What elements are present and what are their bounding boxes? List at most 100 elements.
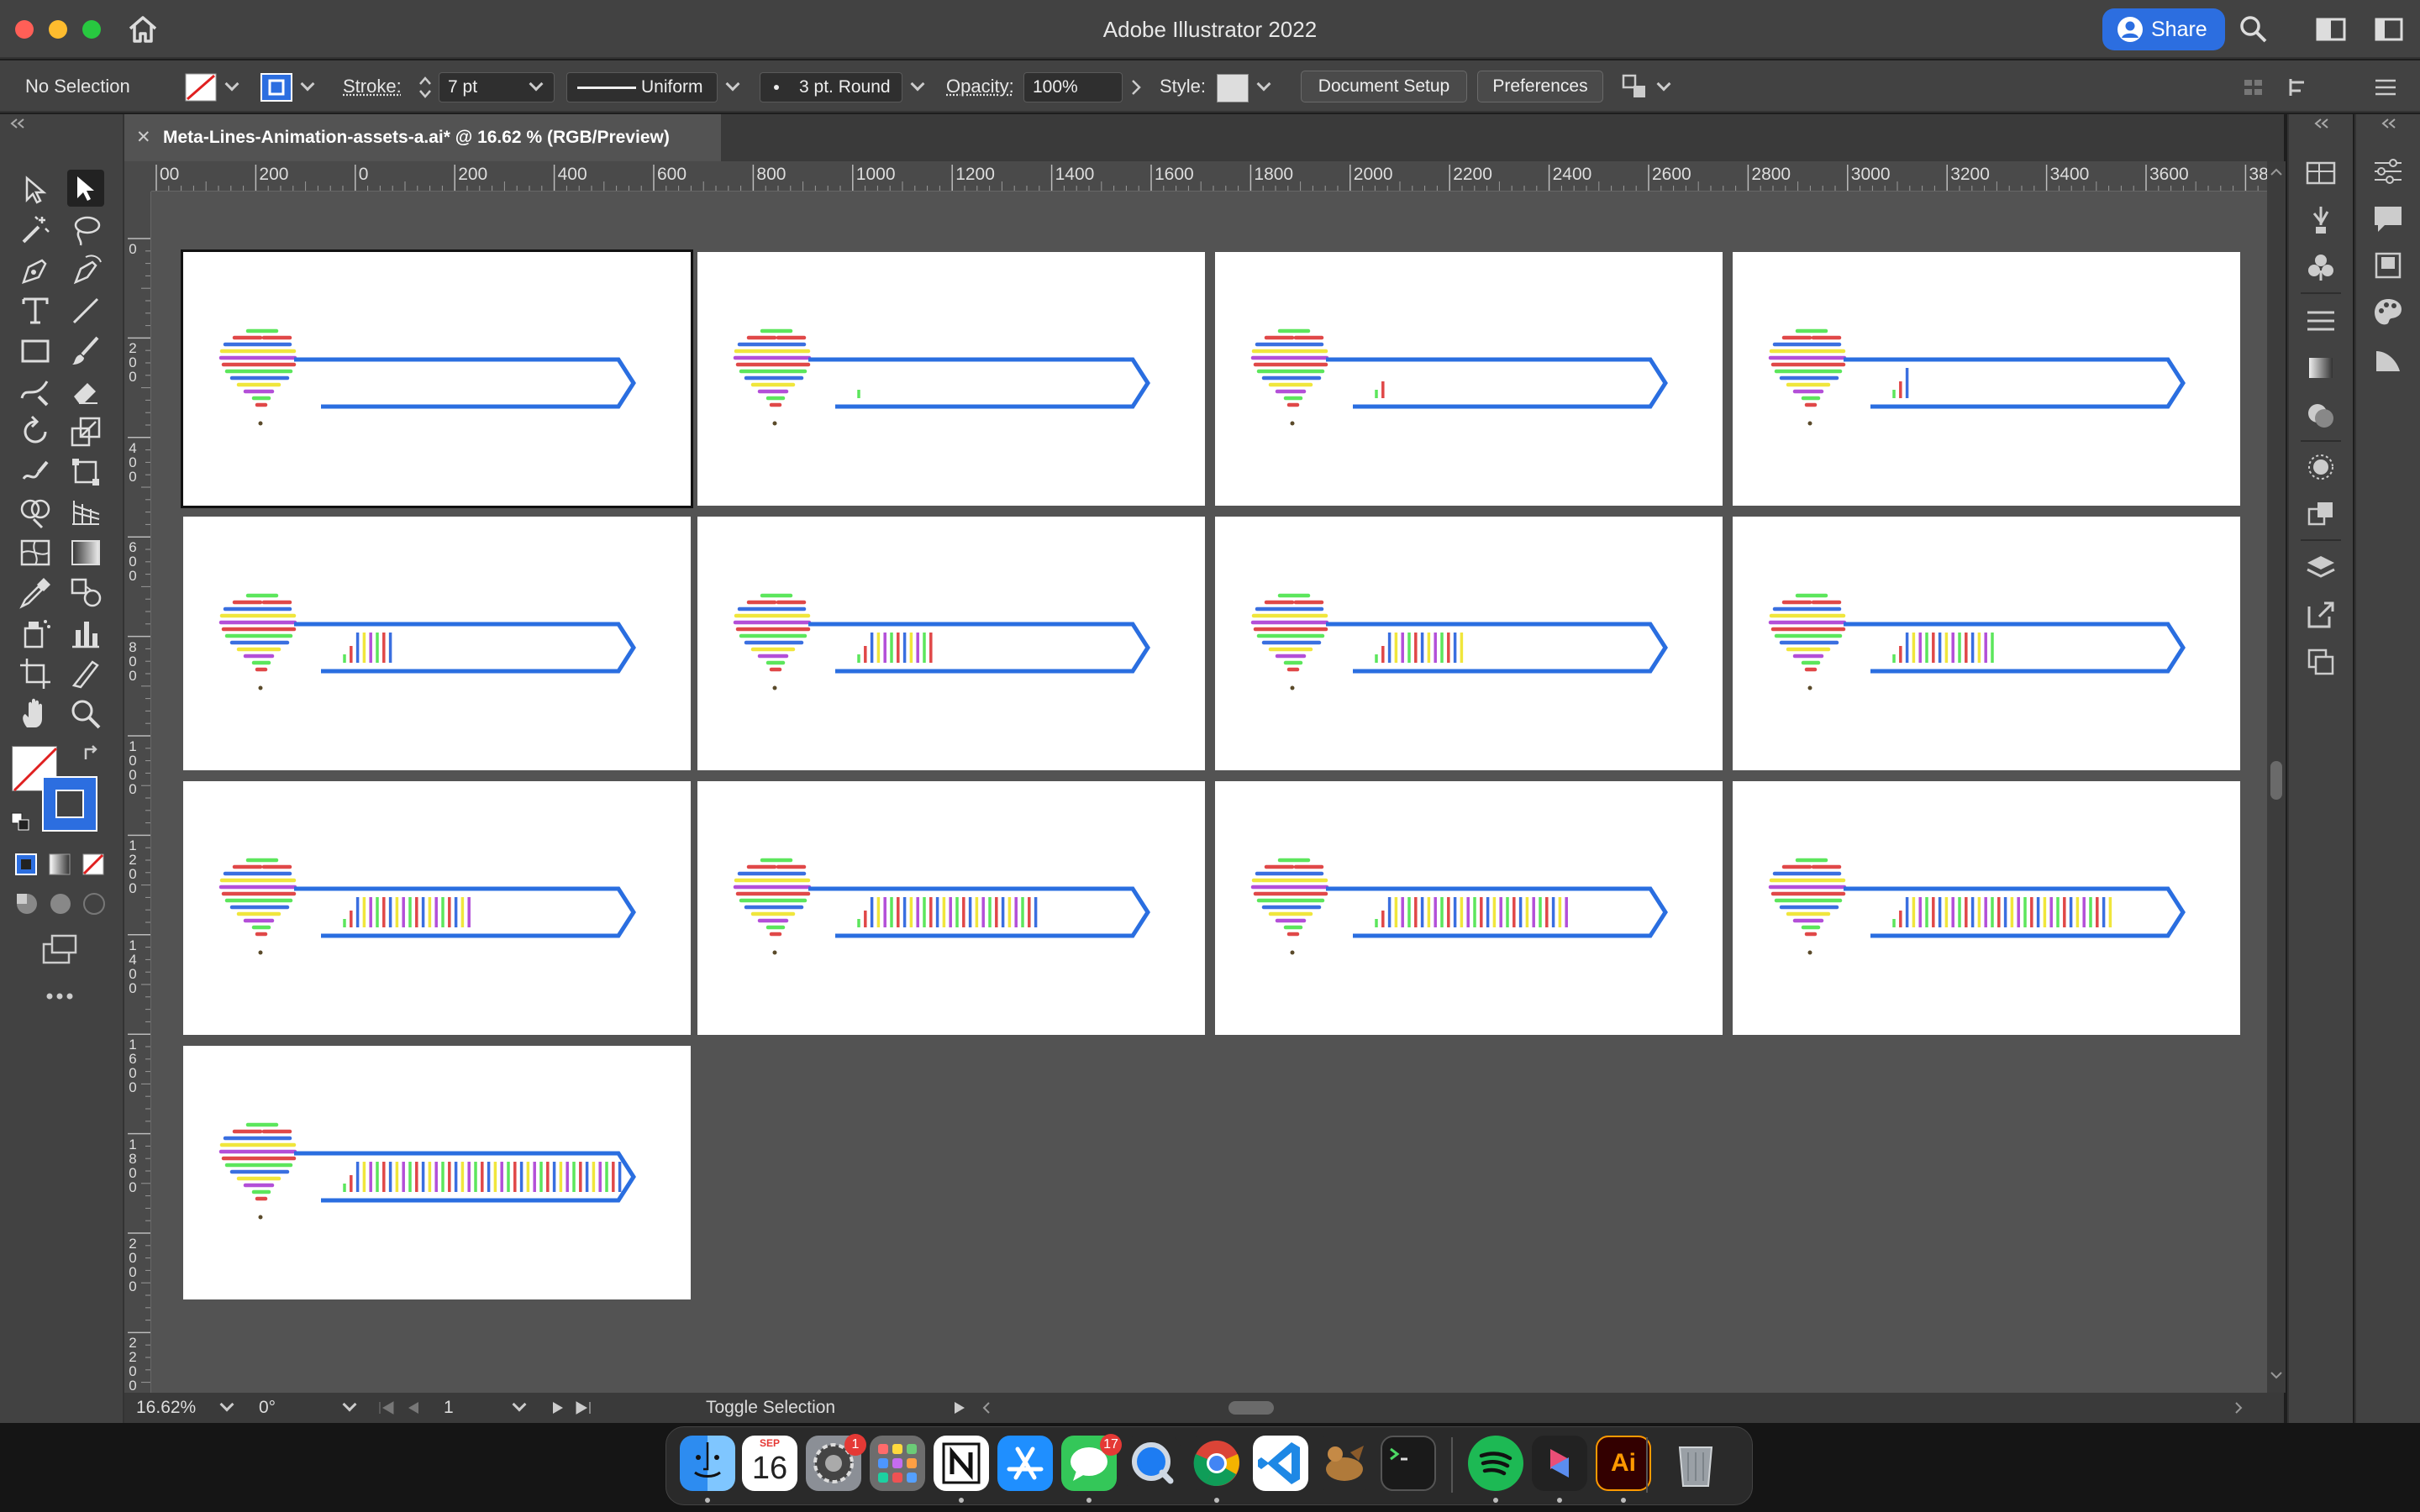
launchpad-icon[interactable] — [870, 1436, 925, 1491]
rotation-field[interactable]: 0° — [259, 1393, 276, 1423]
scroll-up-icon[interactable] — [2269, 166, 2284, 178]
curvature-tool-icon[interactable] — [67, 252, 104, 289]
line-segment-tool-icon[interactable] — [67, 292, 104, 329]
zoom-level-field[interactable]: 16.62% — [136, 1393, 196, 1423]
brush-select[interactable]: 3 pt. Round — [760, 72, 902, 102]
app-store-icon[interactable] — [997, 1436, 1053, 1491]
stroke-dropdown-chevron-icon[interactable] — [300, 76, 315, 92]
artboard-3[interactable] — [1215, 252, 1723, 506]
swap-fill-stroke-icon[interactable] — [81, 743, 103, 764]
color-mode-icon[interactable] — [13, 852, 39, 877]
artboard-9[interactable] — [183, 781, 691, 1035]
last-artboard-icon[interactable] — [573, 1399, 593, 1416]
horizontal-scroll-thumb[interactable] — [1228, 1401, 1274, 1415]
setapp-icon[interactable] — [1532, 1436, 1587, 1491]
status-text[interactable]: Toggle Selection — [706, 1393, 835, 1423]
color-panel-icon[interactable] — [2371, 296, 2405, 329]
hand-tool-icon[interactable] — [17, 696, 54, 732]
artboard-11[interactable] — [1215, 781, 1723, 1035]
shaper-tool-icon[interactable] — [17, 373, 54, 410]
scroll-left-icon[interactable] — [978, 1399, 995, 1416]
mesh-tool-icon[interactable] — [17, 534, 54, 571]
gradient-panel-icon[interactable] — [2304, 351, 2338, 385]
horizontal-ruler[interactable]: 00 200 0 200 400 600 800 1000 1200 1400 1600 1800 20… — [151, 161, 2284, 192]
next-artboard-icon[interactable] — [550, 1399, 566, 1416]
rectangle-tool-icon[interactable] — [17, 333, 54, 370]
shape-builder-tool-icon[interactable] — [17, 494, 54, 531]
artboard-7[interactable] — [1215, 517, 1723, 770]
brushes-panel-icon[interactable] — [2304, 203, 2338, 237]
asset-export-panel-icon[interactable] — [2304, 598, 2338, 632]
scroll-down-icon[interactable] — [2269, 1369, 2284, 1381]
stroke-color-box[interactable] — [42, 776, 97, 832]
artboard-canvas[interactable] — [151, 192, 2284, 1393]
draw-normal-icon[interactable] — [13, 890, 40, 917]
artboard-5[interactable] — [183, 517, 691, 770]
vertical-scrollbar[interactable] — [2267, 161, 2286, 1393]
arrange-documents-icon[interactable] — [1620, 72, 1649, 101]
artboard-2[interactable] — [697, 252, 1205, 506]
trash-icon[interactable] — [1668, 1436, 1723, 1491]
vertical-ruler[interactable]: 0 200 400 600 800 1000 1200 1400 1600 1800 2000 220… — [124, 192, 151, 1393]
column-graph-tool-icon[interactable] — [67, 615, 104, 652]
brush-chevron-icon[interactable] — [910, 76, 925, 92]
quicktime-icon[interactable] — [1125, 1436, 1181, 1491]
gradient-mode-icon[interactable] — [47, 852, 72, 877]
draw-behind-icon[interactable] — [47, 890, 74, 917]
graphic-style-swatch[interactable] — [1217, 74, 1249, 102]
rotate-tool-icon[interactable] — [17, 413, 54, 450]
illustrator-icon[interactable]: Ai — [1596, 1436, 1651, 1491]
status-menu-icon[interactable] — [951, 1399, 968, 1416]
eraser-tool-icon[interactable] — [67, 373, 104, 410]
collapse-panel-icon[interactable] — [2312, 118, 2333, 129]
vscode-icon[interactable] — [1253, 1436, 1308, 1491]
free-transform-tool-icon[interactable] — [67, 454, 104, 491]
collapse-panel-icon[interactable] — [2380, 118, 2400, 129]
document-setup-button[interactable]: Document Setup — [1301, 71, 1467, 102]
perspective-grid-tool-icon[interactable] — [67, 494, 104, 531]
spotify-icon[interactable] — [1468, 1436, 1523, 1491]
screen-mode-icon[interactable] — [40, 932, 79, 966]
slice-tool-icon[interactable] — [67, 655, 104, 692]
opacity-expand-icon[interactable] — [1129, 77, 1143, 97]
stroke-profile-select[interactable]: Uniform — [566, 72, 718, 102]
stroke-profile-chevron-icon[interactable] — [725, 76, 740, 92]
search-icon[interactable] — [2238, 14, 2269, 45]
document-tab[interactable]: ✕ Meta-Lines-Animation-assets-a.ai* @ 16… — [124, 114, 721, 161]
arrange-chevron-icon[interactable] — [1656, 76, 1671, 92]
stroke-swatch[interactable] — [260, 73, 292, 102]
scale-tool-icon[interactable] — [67, 413, 104, 450]
direct-selection-tool-icon[interactable] — [67, 170, 104, 207]
magic-wand-tool-icon[interactable] — [17, 212, 54, 249]
close-tab-icon[interactable]: ✕ — [136, 114, 151, 161]
libraries-panel-icon[interactable] — [2371, 249, 2405, 282]
properties-sliders-icon[interactable] — [2371, 155, 2405, 188]
chrome-icon[interactable] — [1189, 1436, 1244, 1491]
share-button[interactable]: Share — [2102, 8, 2225, 50]
zoom-chevron-icon[interactable] — [219, 1397, 234, 1412]
workspace-switcher-icon[interactable] — [2316, 17, 2346, 42]
symbols-panel-icon[interactable] — [2304, 250, 2338, 284]
lasso-tool-icon[interactable] — [67, 212, 104, 249]
vertical-scroll-thumb[interactable] — [2270, 761, 2282, 800]
selection-tool-icon[interactable] — [17, 171, 54, 208]
opacity-label[interactable]: Opacity: — [946, 60, 1014, 113]
artboard-12[interactable] — [1733, 781, 2240, 1035]
preferences-button[interactable]: Preferences — [1477, 71, 1603, 102]
finder-icon[interactable] — [680, 1436, 735, 1491]
notion-icon[interactable] — [934, 1436, 989, 1491]
sequel-pro-icon[interactable] — [1317, 1436, 1372, 1491]
stroke-stepper-icon[interactable] — [417, 74, 434, 101]
stroke-label[interactable]: Stroke: — [343, 60, 402, 113]
layers-panel-icon[interactable] — [2304, 551, 2338, 585]
panel-menu-icon[interactable] — [2373, 76, 2398, 99]
messages-icon[interactable]: 17 — [1061, 1434, 1122, 1491]
panel-toggle-icon[interactable] — [2375, 17, 2403, 42]
stroke-panel-icon[interactable] — [2304, 304, 2338, 338]
default-fill-stroke-icon[interactable] — [10, 811, 30, 832]
artboard-8[interactable] — [1733, 517, 2240, 770]
appearance-panel-icon[interactable] — [2304, 450, 2338, 484]
draw-inside-icon[interactable] — [81, 890, 108, 917]
rotation-chevron-icon[interactable] — [342, 1397, 357, 1412]
edit-toolbar-icon[interactable] — [45, 991, 74, 1001]
